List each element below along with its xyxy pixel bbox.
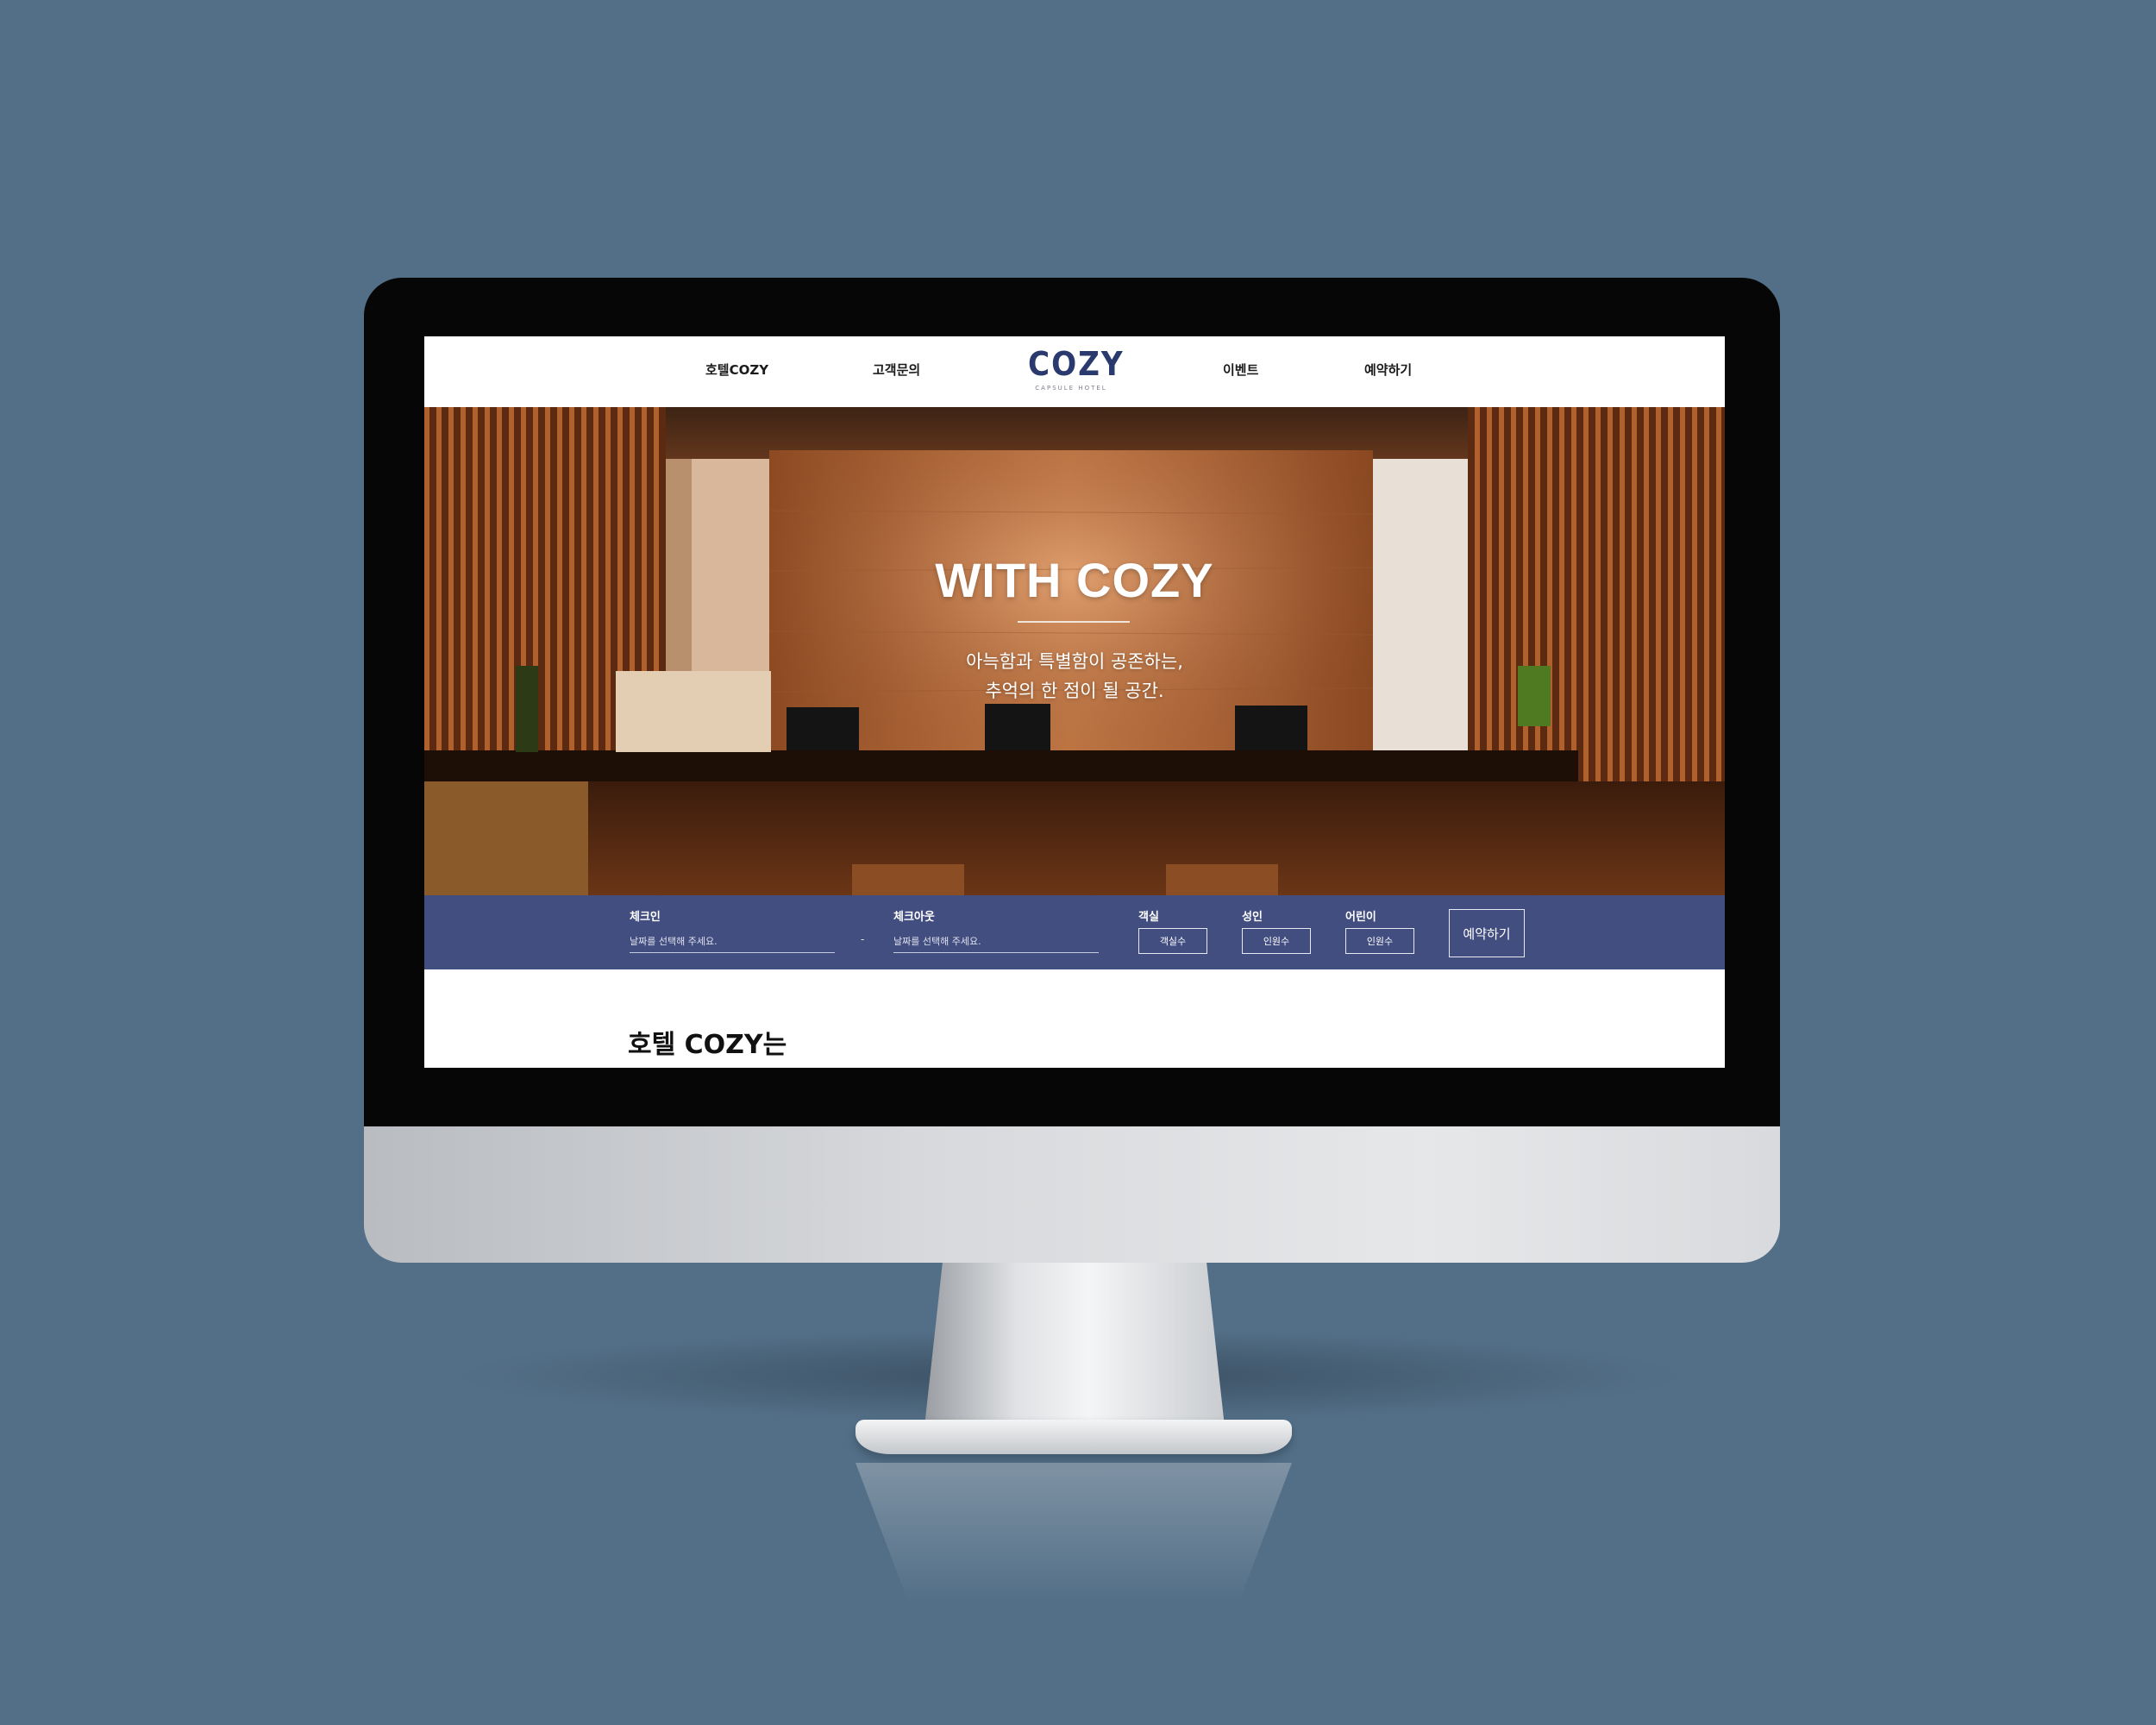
child-count-select[interactable]: 인원수 [1345, 928, 1414, 954]
checkout-label: 체크아웃 [893, 911, 935, 924]
nav-reservation[interactable]: 예약하기 [1364, 361, 1412, 379]
hero-subtitle-line1: 아늑함과 특별함이 공존하는, [966, 651, 1183, 672]
nav-hotel-cozy[interactable]: 호텔COZY [705, 361, 768, 379]
reserve-button[interactable]: 예약하기 [1449, 909, 1525, 957]
checkin-label: 체크인 [630, 911, 661, 924]
adult-label: 성인 [1242, 911, 1263, 924]
hero-title: WITH COZY [935, 553, 1214, 607]
room-count-select[interactable]: 객실수 [1138, 928, 1207, 954]
stand-reflection [856, 1463, 1292, 1601]
hero-subtitle: 아늑함과 특별함이 공존하는, 추억의 한 점이 될 공간. [424, 647, 1725, 706]
hero-subtitle-line2: 추억의 한 점이 될 공간. [985, 681, 1164, 701]
hero-banner: WITH COZY 아늑함과 특별함이 공존하는, 추억의 한 점이 될 공간. [424, 407, 1725, 895]
adult-count-select[interactable]: 인원수 [1242, 928, 1311, 954]
monitor-stand-neck [924, 1263, 1225, 1427]
date-separator: - [861, 933, 865, 945]
browser-screen: 호텔COZY 고객문의 COZY CAPSULE HOTEL 이벤트 예약하기 [424, 336, 1725, 1068]
monitor-chin [364, 1126, 1780, 1263]
top-navbar: 호텔COZY 고객문의 COZY CAPSULE HOTEL 이벤트 예약하기 [424, 336, 1725, 407]
hero-divider [1018, 621, 1130, 623]
room-label: 객실 [1138, 911, 1159, 924]
logo-subtitle: CAPSULE HOTEL [1035, 385, 1107, 392]
nav-event[interactable]: 이벤트 [1223, 361, 1258, 379]
booking-bar: 체크인 - 체크아웃 객실 객실수 성인 인원수 어린이 인원수 예약하기 [424, 895, 1725, 969]
cozy-logo[interactable]: COZY CAPSULE HOTEL [1028, 345, 1125, 398]
child-label: 어린이 [1345, 911, 1376, 924]
monitor-stand-foot [856, 1420, 1292, 1454]
checkout-date-input[interactable] [893, 930, 1099, 953]
logo-text: COZY [1028, 345, 1125, 383]
checkin-date-input[interactable] [630, 930, 835, 953]
nav-customer-inquiry[interactable]: 고객문의 [873, 361, 920, 379]
section-heading: 호텔 COZY는 [628, 1030, 787, 1060]
